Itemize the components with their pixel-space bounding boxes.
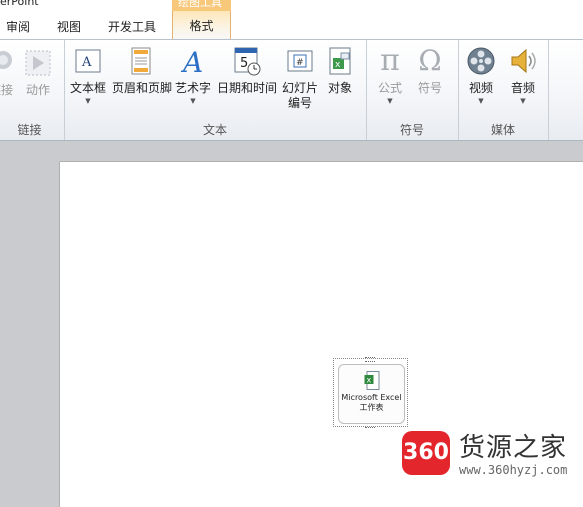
watermark-logo-badge: 360: [402, 431, 450, 475]
video-label: 视频: [468, 81, 493, 95]
group-links-label: 链接: [17, 123, 42, 137]
watermark-url: www.360hyzj.com: [459, 463, 568, 477]
slide-number-icon: #: [285, 46, 315, 76]
equation-label: 公式: [377, 81, 402, 95]
excel-object-frame: x Microsoft Excel 工作表: [338, 364, 405, 424]
audio-dropdown-icon: ▼: [520, 97, 526, 105]
group-symbols-label: 符号: [399, 123, 424, 137]
hyperlink-icon: [0, 48, 17, 78]
group-media-label: 媒体: [490, 123, 515, 137]
textbox-dropdown-icon: ▼: [85, 97, 91, 105]
hyperlink-label: 链接: [0, 83, 13, 97]
film-reel-icon: [466, 46, 496, 76]
speaker-icon: [508, 46, 538, 76]
group-media: 视频 ▼ 音频 ▼ 媒体: [458, 40, 549, 140]
svg-text:x: x: [335, 60, 341, 70]
svg-text:5: 5: [240, 56, 248, 71]
equation-dropdown-icon: ▼: [387, 97, 393, 105]
resize-handle-top[interactable]: [365, 357, 375, 362]
datetime-label: 日期和时间: [216, 81, 277, 95]
textbox-icon: A: [73, 46, 103, 76]
app-title: erPoint: [0, 0, 39, 8]
tab-developer[interactable]: 开发工具: [108, 18, 156, 35]
tab-review[interactable]: 审阅: [6, 18, 30, 35]
action-label: 动作: [25, 83, 50, 97]
calendar-clock-icon: 5: [232, 46, 262, 76]
wordart-dropdown-icon: ▼: [190, 97, 196, 105]
equation-button[interactable]: π 公式 ▼: [374, 46, 406, 106]
ribbon-tab-row: 审阅 视图 开发工具 格式: [0, 11, 583, 40]
video-dropdown-icon: ▼: [478, 97, 484, 105]
textbox-label: 文本框: [69, 81, 106, 95]
hyperlink-button[interactable]: 链接: [0, 48, 17, 98]
group-symbols: π 公式 ▼ Ω 符号 符号: [366, 40, 459, 140]
omega-icon: Ω: [418, 44, 442, 77]
wordart-a-icon: A: [178, 46, 208, 79]
excel-object-caption-line1: Microsoft Excel: [341, 393, 402, 402]
watermark-site-name: 货源之家: [459, 433, 568, 463]
audio-button[interactable]: 音频 ▼: [506, 46, 540, 106]
object-button[interactable]: x 对象: [322, 46, 358, 96]
svg-text:A: A: [180, 46, 203, 76]
action-button[interactable]: 动作: [23, 48, 53, 98]
header-footer-label: 页眉和页脚: [112, 81, 173, 95]
contextual-tab-title: 绘图工具: [178, 0, 222, 9]
excel-object-caption-line2: 工作表: [359, 403, 384, 412]
svg-text:x: x: [366, 376, 371, 385]
action-icon: [23, 48, 53, 78]
symbol-label: 符号: [417, 81, 442, 95]
embedded-excel-object[interactable]: x Microsoft Excel 工作表: [333, 357, 408, 428]
group-text: A 文本框 ▼ 页眉和页脚 A 艺术字 ▼ 5 日期和时间 # 幻灯片 编号 x…: [64, 40, 367, 140]
group-links: 链接 动作 链接: [0, 40, 65, 140]
slide-number-label-line1: 幻灯片: [281, 81, 318, 95]
symbol-button[interactable]: Ω 符号: [414, 46, 446, 96]
video-button[interactable]: 视频 ▼: [464, 46, 498, 106]
svg-text:#: #: [296, 58, 304, 68]
slide-number-button[interactable]: # 幻灯片 编号: [280, 46, 320, 111]
svg-text:A: A: [81, 55, 92, 70]
insert-object-icon: x: [325, 46, 355, 76]
object-label: 对象: [327, 81, 352, 95]
wordart-button[interactable]: A 艺术字 ▼: [174, 46, 212, 106]
pi-icon: π: [380, 43, 400, 78]
audio-label: 音频: [510, 81, 535, 95]
datetime-button[interactable]: 5 日期和时间: [216, 46, 278, 96]
tab-format[interactable]: 格式: [172, 11, 231, 39]
ribbon: 链接 动作 链接 A 文本框 ▼ 页眉和页脚 A 艺: [0, 40, 583, 141]
tab-view[interactable]: 视图: [57, 18, 81, 35]
header-footer-icon: [126, 46, 156, 76]
wordart-label: 艺术字: [174, 81, 211, 95]
slide-number-label-line2: 编号: [287, 96, 312, 110]
group-text-label: 文本: [202, 123, 227, 137]
excel-file-icon: x: [364, 371, 380, 390]
watermark: 360 货源之家 www.360hyzj.com: [402, 429, 583, 479]
header-footer-button[interactable]: 页眉和页脚: [112, 46, 173, 96]
title-bar: erPoint 绘图工具: [0, 0, 583, 12]
textbox-button[interactable]: A 文本框 ▼: [69, 46, 107, 106]
